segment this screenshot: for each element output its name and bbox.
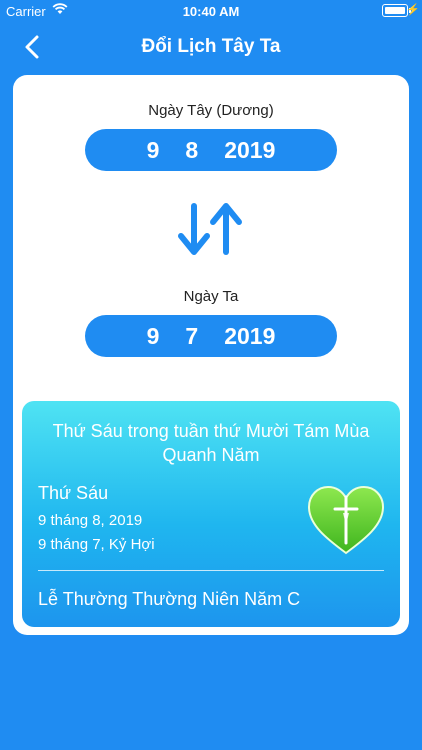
lunar-date-picker[interactable]: 9 7 2019 [85,315,337,357]
charging-icon: ⚡ [406,4,420,16]
lunar-month: 7 [185,322,199,349]
liturgical-week-title: Thứ Sáu trong tuần thứ Mười Tám Mùa Quan… [52,421,370,465]
lunar-date-label: Ngày Ta [183,288,239,305]
divider [38,570,384,571]
page-title: Đổi Lịch Tây Ta [141,36,281,57]
lunar-year: 2019 [224,322,276,349]
swap-arrows-icon[interactable] [176,196,246,262]
status-bar: Carrier 10:40 AM ⚡ [0,0,422,22]
nav-bar: Đổi Lịch Tây Ta [0,22,422,70]
weekday-label: Thứ Sáu [38,483,109,503]
converter-card: Ngày Tây (Dương) 9 8 2019 Ngày Ta 9 7 20… [13,75,409,635]
battery-icon [382,4,408,17]
lunar-date-text: 9 tháng 7, Kỷ Hợi [38,536,155,553]
liturgical-info-card: Thứ Sáu trong tuần thứ Mười Tám Mùa Quan… [22,401,400,627]
feast-name: Lễ Thường Thường Niên Năm C [38,589,301,609]
heart-crucifix-icon [307,485,385,555]
solar-date-text: 9 tháng 8, 2019 [38,512,143,529]
solar-date-label: Ngày Tây (Dương) [148,102,274,119]
lunar-day: 9 [146,322,160,349]
solar-date-picker[interactable]: 9 8 2019 [85,129,337,171]
solar-year: 2019 [224,136,276,163]
solar-day: 9 [146,136,160,163]
solar-month: 8 [185,136,199,163]
clock: 10:40 AM [182,4,240,19]
